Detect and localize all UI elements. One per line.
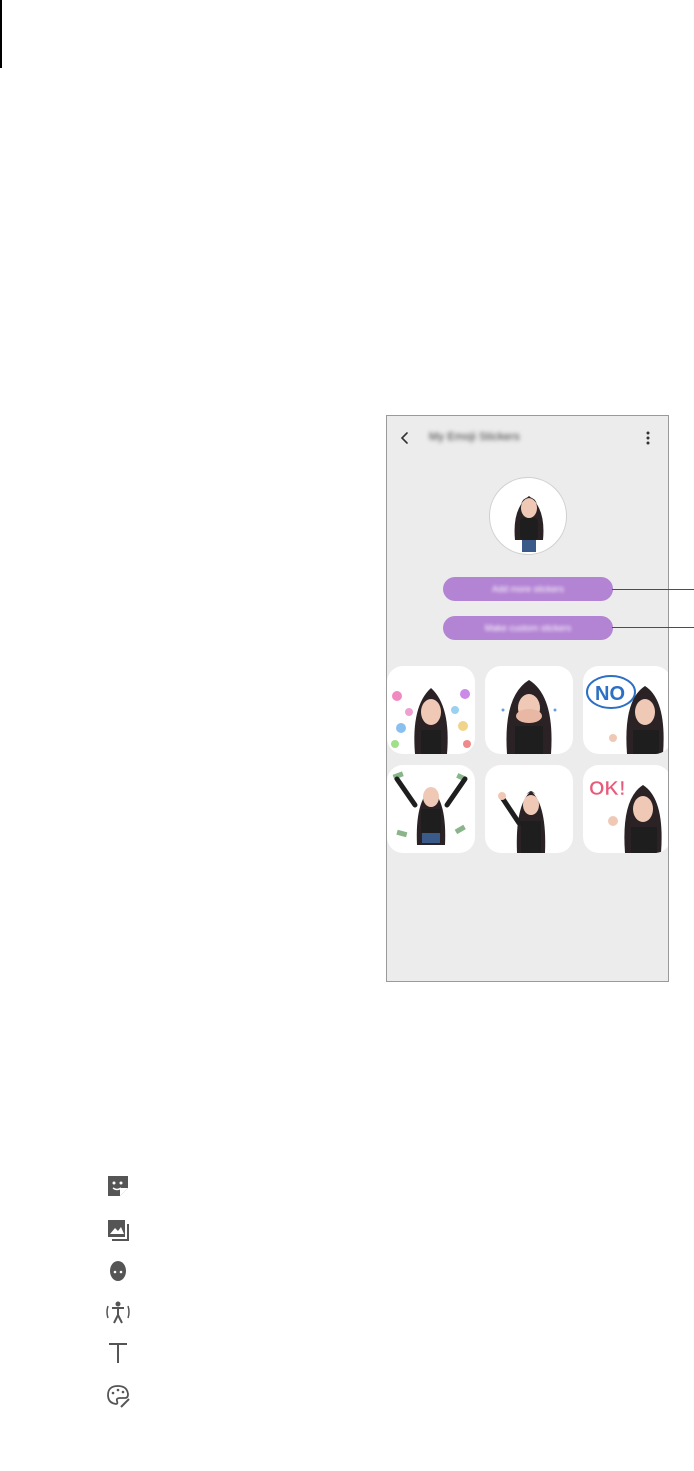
back-button[interactable] (395, 428, 415, 448)
text-icon (109, 1343, 127, 1363)
gallery-icon (108, 1220, 129, 1241)
sticker-icon (108, 1176, 128, 1196)
app-title: My Emoji Stickers (429, 431, 520, 443)
avatar-figure-icon (514, 496, 544, 552)
legend-item-sticker (104, 1172, 132, 1200)
more-options-button[interactable] (638, 428, 658, 448)
sticker-ok-icon: OK! (589, 778, 662, 853)
svg-text:OK!: OK! (589, 778, 626, 800)
sticker-money-rain-icon (392, 771, 468, 845)
phone-screenshot: My Emoji Stickers Add more stickers Make… (386, 415, 669, 982)
chevron-left-icon (400, 432, 408, 444)
page-edge-rule (0, 0, 2, 68)
sticker-covering-face-icon (501, 680, 557, 754)
sticker-waving[interactable] (485, 765, 573, 853)
sticker-money-rain[interactable] (387, 765, 475, 853)
svg-text:NO: NO (595, 683, 625, 705)
legend-item-palette (104, 1382, 132, 1410)
make-custom-stickers-label: Make custom stickers (484, 623, 572, 633)
add-more-stickers-label: Add more stickers (491, 584, 565, 594)
sticker-waving-icon (498, 791, 546, 853)
legend-item-body (104, 1298, 132, 1326)
palette-icon (107, 1385, 130, 1408)
legend-item-gallery (104, 1216, 132, 1244)
avatar[interactable] (489, 477, 567, 555)
callout-line-add-more (612, 589, 694, 590)
add-more-stickers-button[interactable]: Add more stickers (443, 577, 613, 601)
body-icon (106, 1301, 130, 1324)
legend-item-face (104, 1257, 132, 1285)
callout-line-make-custom (612, 627, 694, 628)
sticker-hearts[interactable] (387, 666, 475, 754)
app-bar: My Emoji Stickers (387, 416, 668, 460)
sticker-no[interactable]: NO (583, 666, 668, 754)
more-vert-icon (646, 431, 650, 445)
sticker-covering-face[interactable] (485, 666, 573, 754)
sticker-no-icon: NO (586, 675, 664, 754)
make-custom-stickers-button[interactable]: Make custom stickers (443, 616, 613, 640)
sticker-hearts-icon (391, 688, 471, 754)
legend-item-text (104, 1339, 132, 1367)
face-icon (110, 1261, 126, 1281)
sticker-ok[interactable]: OK! (583, 765, 668, 853)
